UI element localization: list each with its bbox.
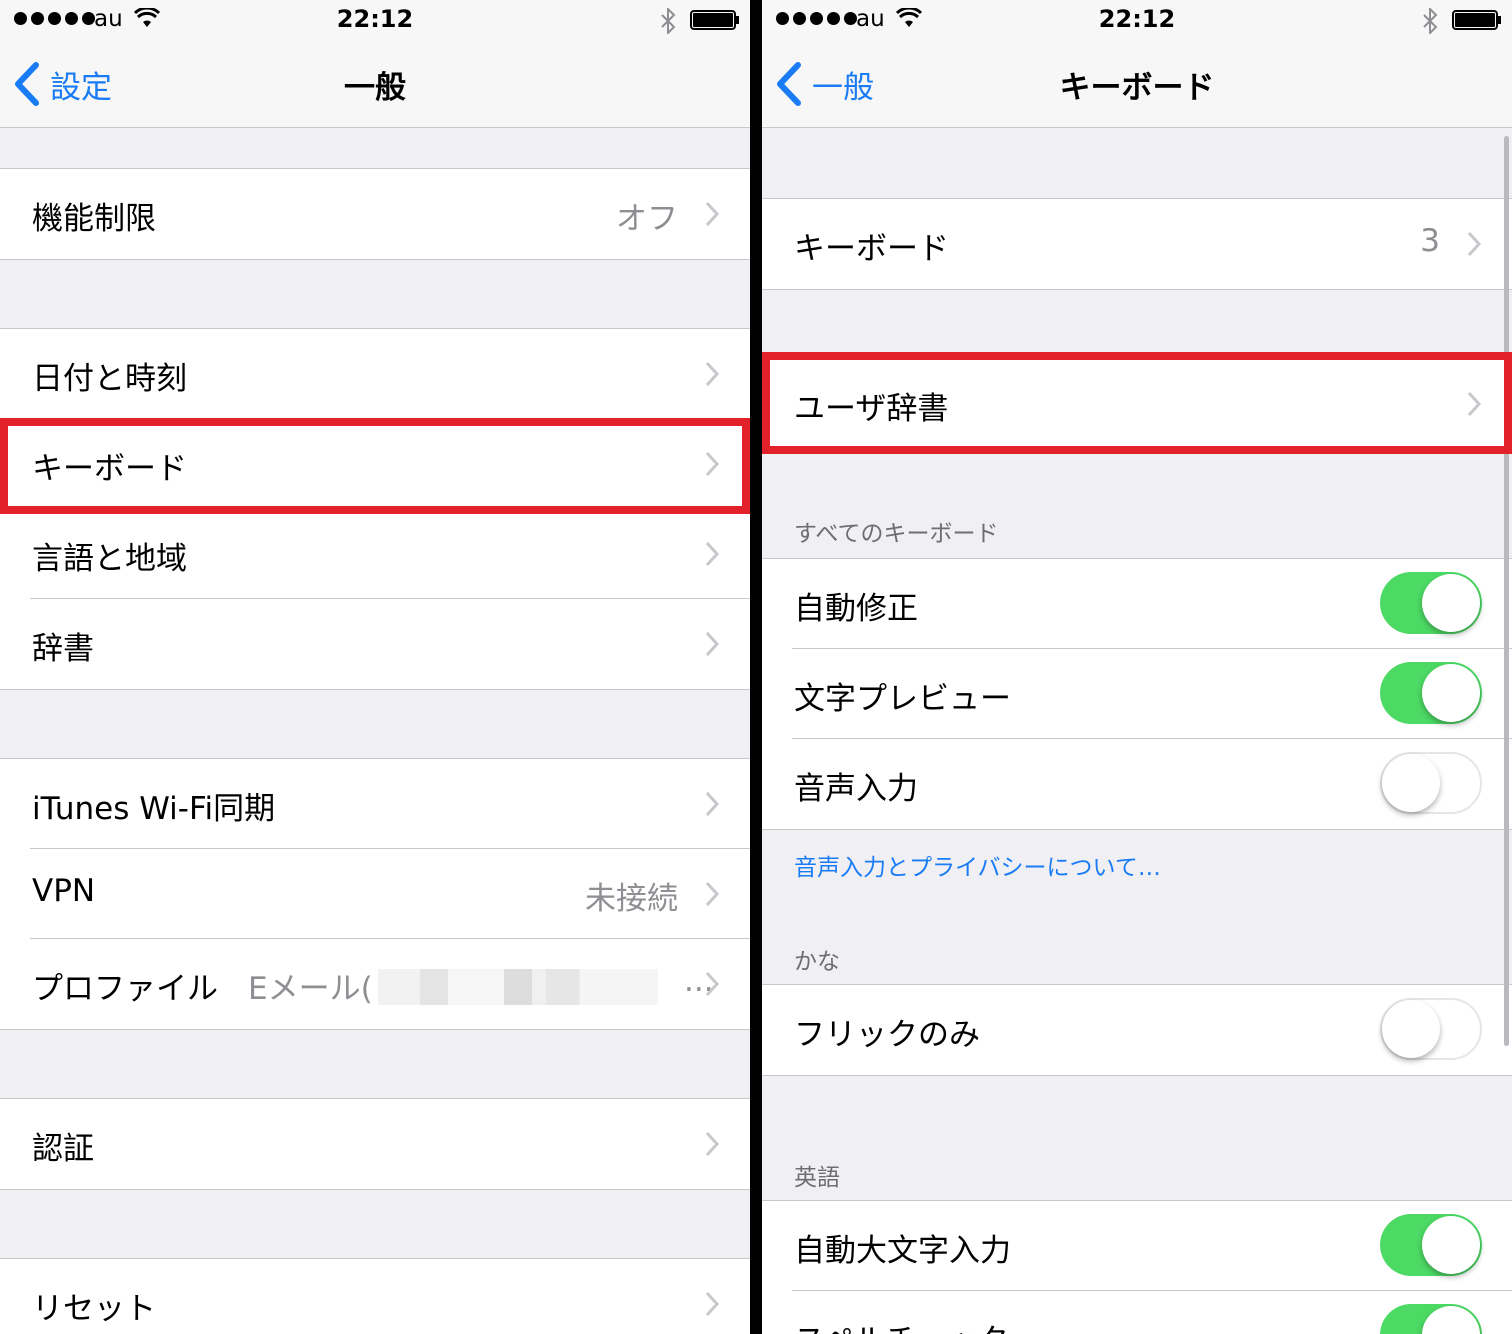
chevron-right-icon [705, 1131, 720, 1157]
row-label: プロファイル [32, 971, 218, 1007]
status-bar: au 22:12 [762, 0, 1512, 40]
settings-group: キーボード 3 [762, 198, 1512, 290]
row-date-time[interactable]: 日付と時刻 [30, 329, 750, 419]
row-label: キーボード [794, 231, 949, 267]
chevron-right-icon [705, 541, 720, 567]
row-label: 認証 [32, 1131, 94, 1167]
page-title: 一般 [344, 70, 406, 106]
row-label: スペルチェック [794, 1315, 1009, 1334]
settings-group: 認証 [0, 1098, 750, 1190]
row-label: 文字プレビュー [794, 681, 1011, 717]
redacted-text [378, 969, 658, 1005]
bluetooth-icon [1423, 8, 1438, 34]
chevron-right-icon [705, 971, 720, 997]
row-label: 日付と時刻 [32, 361, 187, 397]
row-label: ユーザ辞書 [794, 391, 949, 427]
toggle-knob [1422, 1216, 1480, 1274]
row-label: 機能制限 [32, 201, 156, 237]
chevron-right-icon [705, 451, 720, 477]
settings-group: iTunes Wi-Fi同期 VPN 未接続 プロファイル Eメール( ... [0, 758, 750, 1030]
toggle-knob [1422, 1306, 1480, 1334]
settings-group: 機能制限 オフ [0, 168, 750, 260]
chevron-right-icon [1467, 231, 1482, 257]
row-language-region[interactable]: 言語と地域 [30, 509, 750, 599]
keyboard-settings-screen: au 22:12 一般 キーボード キーボード 3 ユーザ辞書 すべてのキーボー… [762, 0, 1512, 1334]
row-keyboard[interactable]: キーボード [30, 419, 750, 509]
row-itunes-wifi-sync[interactable]: iTunes Wi-Fi同期 [30, 759, 750, 849]
chevron-right-icon [705, 361, 720, 387]
navigation-bar: 設定 一般 [0, 40, 750, 128]
section-header: 英語 [794, 1165, 840, 1191]
row-vpn[interactable]: VPN 未接続 [30, 849, 750, 939]
row-value: Eメール( [248, 971, 373, 1007]
row-label: iTunes Wi-Fi同期 [32, 791, 276, 827]
row-flick-only: フリックのみ [792, 985, 1512, 1075]
flick-only-toggle[interactable] [1380, 998, 1482, 1060]
chevron-right-icon [705, 1291, 720, 1317]
spell-check-toggle[interactable] [1380, 1304, 1482, 1334]
chevron-right-icon [1467, 391, 1482, 417]
row-label: 言語と地域 [32, 541, 187, 577]
row-certification[interactable]: 認証 [30, 1099, 750, 1189]
row-label: VPN [32, 873, 96, 909]
general-settings-screen: au 22:12 設定 一般 機能制限 オフ 日付と時刻 キーボード 言語と地域… [0, 0, 750, 1334]
section-header: すべてのキーボード [794, 521, 999, 547]
row-profile[interactable]: プロファイル Eメール( ... [30, 939, 750, 1029]
row-auto-correction: 自動修正 [792, 559, 1512, 649]
row-label: キーボード [32, 451, 187, 487]
settings-group: 自動大文字入力 スペルチェック [762, 1200, 1512, 1334]
row-reset[interactable]: リセット [30, 1259, 750, 1334]
row-value: 未接続 [585, 881, 678, 917]
character-preview-toggle[interactable] [1380, 662, 1482, 724]
toggle-knob [1382, 754, 1440, 812]
toggle-knob [1382, 1000, 1440, 1058]
row-value: オフ [616, 201, 678, 237]
chevron-right-icon [705, 631, 720, 657]
navigation-bar: 一般 キーボード [762, 40, 1512, 128]
clock: 22:12 [336, 5, 414, 33]
bluetooth-icon [661, 8, 676, 34]
toggle-knob [1422, 664, 1480, 722]
dictation-toggle[interactable] [1380, 752, 1482, 814]
status-bar: au 22:12 [0, 0, 750, 40]
toggle-knob [1422, 574, 1480, 632]
section-header: かな [794, 949, 840, 975]
clock: 22:12 [1098, 5, 1176, 33]
settings-group: ユーザ辞書 [762, 358, 1512, 450]
row-restrictions[interactable]: 機能制限 オフ [30, 169, 750, 259]
settings-group: 日付と時刻 キーボード 言語と地域 辞書 [0, 328, 750, 690]
dictation-privacy-link[interactable]: 音声入力とプライバシーについて… [794, 848, 1161, 882]
row-label: 辞書 [32, 631, 94, 667]
page-title: キーボード [1059, 70, 1215, 106]
chevron-right-icon [705, 791, 720, 817]
row-label: フリックのみ [794, 1017, 980, 1053]
row-spell-check: スペルチェック [792, 1291, 1512, 1334]
chevron-right-icon [705, 201, 720, 227]
auto-correction-toggle[interactable] [1380, 572, 1482, 634]
row-user-dictionary[interactable]: ユーザ辞書 [792, 359, 1512, 449]
row-label: 自動修正 [794, 591, 918, 627]
settings-group: 自動修正 文字プレビュー 音声入力 [762, 558, 1512, 830]
row-value: 3 [1420, 223, 1440, 259]
row-label: リセット [32, 1291, 156, 1327]
row-dictation: 音声入力 [792, 739, 1512, 829]
row-character-preview: 文字プレビュー [792, 649, 1512, 739]
row-label: 音声入力 [794, 771, 918, 807]
row-dictionary[interactable]: 辞書 [30, 599, 750, 689]
chevron-right-icon [705, 881, 720, 907]
row-keyboards[interactable]: キーボード 3 [792, 199, 1512, 289]
battery-icon [690, 10, 739, 30]
settings-group: リセット [0, 1258, 750, 1334]
settings-group: フリックのみ [762, 984, 1512, 1076]
scrollbar[interactable] [1504, 136, 1509, 1046]
row-auto-capitalization: 自動大文字入力 [792, 1201, 1512, 1291]
battery-icon [1452, 10, 1501, 30]
row-label: 自動大文字入力 [794, 1233, 1011, 1269]
auto-capitalization-toggle[interactable] [1380, 1214, 1482, 1276]
